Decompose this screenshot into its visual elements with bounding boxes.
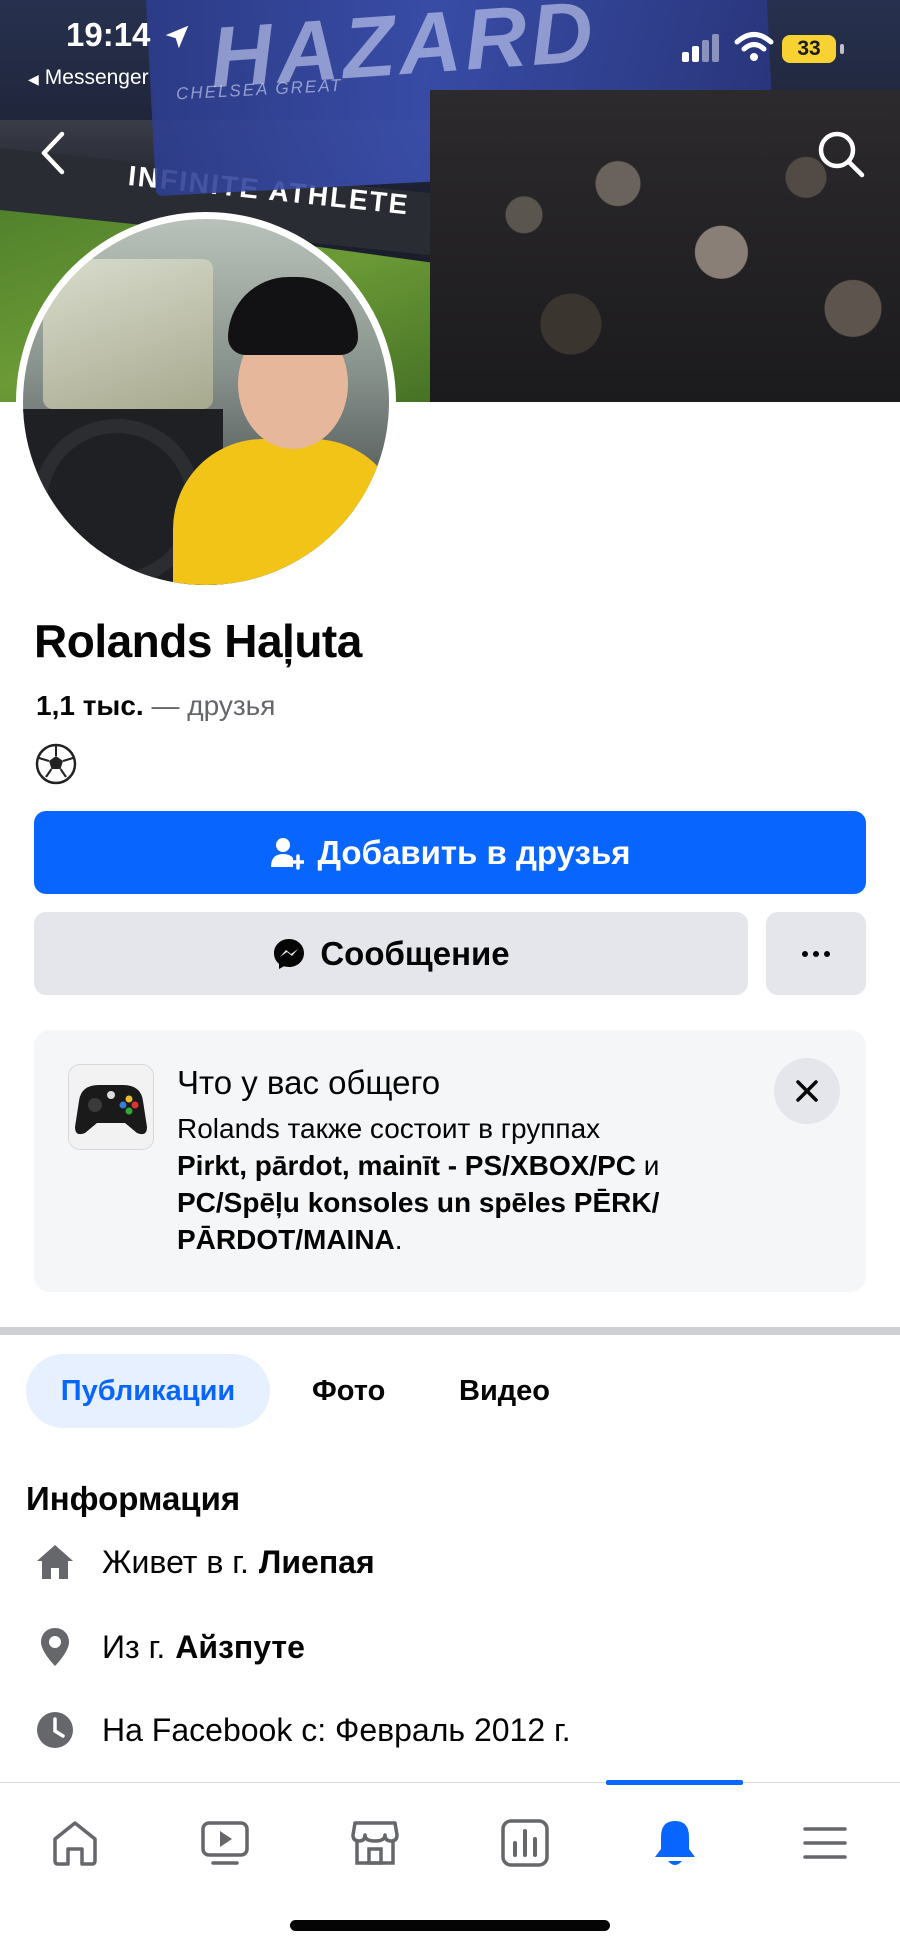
message-label: Сообщение (320, 934, 510, 972)
location-pin-icon (30, 1626, 80, 1668)
nav-marketplace[interactable] (345, 1813, 405, 1873)
status-time: 19:14 (66, 16, 151, 53)
mutual-groups-connector: и (635, 1150, 660, 1181)
back-app-label: Messenger (44, 66, 149, 89)
nav-dashboard[interactable] (495, 1813, 555, 1873)
add-friend-label: Добавить в друзья (317, 833, 631, 871)
gamepad-icon (69, 1065, 153, 1149)
nav-notifications[interactable] (645, 1813, 705, 1873)
home-indicator[interactable] (290, 1920, 610, 1931)
nav-menu[interactable] (795, 1813, 855, 1873)
wifi-icon (734, 32, 774, 61)
active-tab-indicator (606, 1780, 743, 1785)
search-icon[interactable] (815, 128, 867, 180)
avatar-car-window (43, 259, 213, 409)
mutual-groups-text: Rolands также состоит в группах Pirkt, p… (177, 1110, 737, 1258)
info-row-joined: На Facebook с: Февраль 2012 г. (30, 1710, 571, 1750)
section-divider (0, 1327, 900, 1335)
menu-icon (803, 1827, 847, 1859)
joined-text: На Facebook с: Февраль 2012 г. (102, 1711, 571, 1748)
video-icon (201, 1821, 249, 1865)
tab-posts[interactable]: Публикации (26, 1354, 270, 1428)
nav-video[interactable] (195, 1813, 255, 1873)
avatar-photo (23, 219, 389, 585)
back-triangle-icon: ◀ (28, 71, 39, 87)
home-icon (53, 1821, 97, 1866)
mutual-groups-card: Что у вас общего Rolands также состоит в… (34, 1030, 866, 1292)
dismiss-card-button[interactable] (774, 1058, 840, 1124)
group-thumbnail[interactable] (68, 1064, 154, 1150)
nav-home[interactable] (45, 1813, 105, 1873)
tab-photos[interactable]: Фото (312, 1354, 385, 1428)
info-row-lives-in: Живет в г. Лиепая (30, 1542, 375, 1582)
add-friend-icon (270, 837, 304, 870)
messenger-icon (274, 938, 305, 969)
back-chevron-icon[interactable] (34, 128, 74, 178)
message-button[interactable]: Сообщение (34, 912, 748, 995)
clock-icon (30, 1710, 80, 1750)
from-prefix: Из г. (102, 1628, 166, 1665)
group-link-2[interactable]: PC/Spēļu konsoles un spēles PĒRK/ PĀRDOT… (177, 1187, 659, 1255)
avatar-yellow-hoodie (173, 439, 389, 585)
group-link-1[interactable]: Pirkt, pārdot, mainīt - PS/XBOX/PC (177, 1150, 636, 1181)
lives-in-prefix: Живет в г. (102, 1543, 249, 1580)
battery-indicator: 33 (782, 35, 836, 63)
mutual-groups-end: . (394, 1224, 403, 1255)
mutual-groups-intro: Rolands также состоит в группах (177, 1113, 601, 1144)
friends-count-label: — друзья (151, 690, 276, 721)
dashboard-icon (501, 1819, 549, 1867)
home-icon (30, 1542, 80, 1582)
profile-avatar[interactable] (16, 212, 396, 592)
mutual-groups-title: Что у вас общего (177, 1064, 441, 1101)
info-section-title: Информация (26, 1480, 241, 1517)
more-options-button[interactable] (766, 912, 866, 995)
marketplace-icon (351, 1821, 399, 1865)
notifications-bell-icon (655, 1821, 695, 1865)
location-arrow-icon (165, 25, 189, 49)
battery-tip (840, 44, 844, 54)
back-to-app-link[interactable]: ◀ Messenger (28, 66, 149, 90)
friends-count-value: 1,1 тыс. (36, 690, 144, 721)
add-friend-button[interactable]: Добавить в друзья (34, 811, 866, 894)
cellular-signal-icon (682, 34, 719, 62)
profile-name: Rolands Haļuta (34, 615, 362, 667)
friends-count[interactable]: 1,1 тыс. — друзья (36, 690, 275, 722)
close-icon (796, 1080, 818, 1102)
more-dots-icon (802, 950, 830, 957)
tab-videos[interactable]: Видео (459, 1354, 550, 1428)
soccer-ball-icon (35, 743, 77, 785)
info-row-from: Из г. Айзпуте (30, 1626, 305, 1668)
lives-in-city[interactable]: Лиепая (259, 1544, 375, 1581)
avatar-cap (228, 277, 358, 355)
from-city[interactable]: Айзпуте (175, 1629, 305, 1666)
